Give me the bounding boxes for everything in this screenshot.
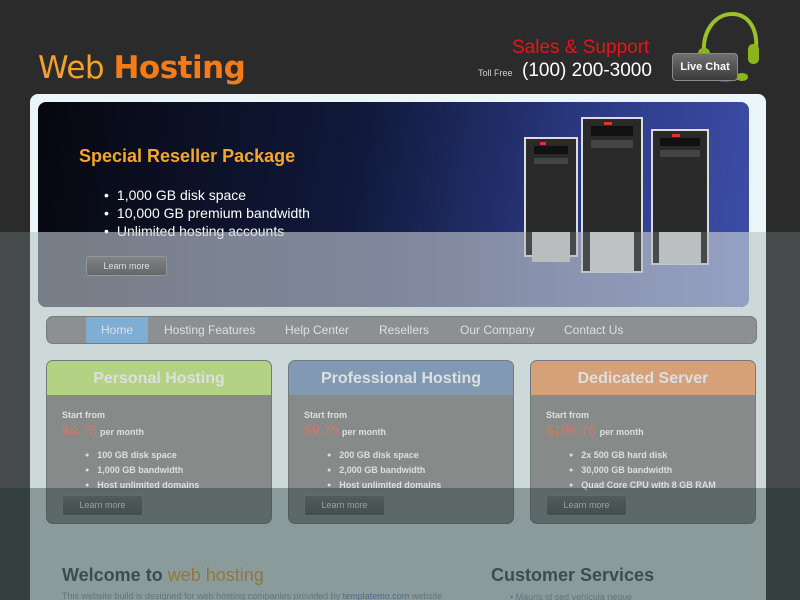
package-feature: Quad Core CPU with 8 GB RAM bbox=[569, 478, 716, 493]
welcome-text: This website build is designed for web h… bbox=[62, 591, 341, 600]
banner-learn-more-button[interactable]: Learn more bbox=[86, 256, 167, 276]
package-card-professional: Professional Hosting Start from $9.75 per… bbox=[288, 360, 514, 524]
package-price: $4.75 per month bbox=[62, 422, 144, 440]
site-logo[interactable]: Web Hosting bbox=[38, 50, 246, 86]
nav-item-help-center[interactable]: Help Center bbox=[285, 317, 349, 343]
welcome-heading-text: Welcome to bbox=[62, 565, 163, 585]
sales-support-label: Sales & Support bbox=[512, 37, 650, 58]
server-right bbox=[651, 129, 709, 265]
server-left bbox=[524, 137, 578, 262]
package-start-from: Start from bbox=[304, 410, 348, 420]
server-rack-illustration bbox=[524, 117, 709, 273]
welcome-text-end: website bbox=[411, 591, 443, 600]
main-navigation: Home Hosting Features Help Center Resell… bbox=[46, 316, 757, 344]
package-price-period: per month bbox=[100, 427, 145, 437]
package-card-personal: Personal Hosting Start from $4.75 per mon… bbox=[46, 360, 272, 524]
package-price-amount: $199.75 bbox=[546, 422, 597, 438]
logo-text-web: Web bbox=[38, 50, 105, 86]
package-title: Professional Hosting bbox=[289, 361, 513, 395]
package-title: Dedicated Server bbox=[531, 361, 755, 395]
banner-title: Special Reseller Package bbox=[79, 146, 296, 166]
package-price-period: per month bbox=[342, 427, 387, 437]
package-feature: 200 GB disk space bbox=[327, 448, 441, 463]
package-learn-more-button[interactable]: Learn more bbox=[546, 495, 627, 516]
package-feature: Host unlimited domains bbox=[85, 478, 199, 493]
package-start-from: Start from bbox=[62, 410, 106, 420]
package-learn-more-button[interactable]: Learn more bbox=[62, 495, 143, 516]
package-feature: 2,000 GB bandwidth bbox=[327, 463, 441, 478]
package-price-amount: $4.75 bbox=[62, 422, 98, 438]
package-title: Personal Hosting bbox=[47, 361, 271, 395]
nav-item-hosting-features[interactable]: Hosting Features bbox=[164, 317, 255, 343]
package-price: $199.75 per month bbox=[546, 422, 644, 440]
package-start-from: Start from bbox=[546, 410, 590, 420]
phone-number: (100) 200-3000 bbox=[522, 60, 652, 81]
customer-services-item[interactable]: • Mauris id sed vehicula neque bbox=[510, 592, 632, 600]
logo-text-hosting: Hosting bbox=[113, 50, 246, 86]
nav-item-home[interactable]: Home bbox=[86, 317, 149, 343]
package-feature: 1,000 GB bandwidth bbox=[85, 463, 199, 478]
customer-services-item-text: Mauris id sed vehicula neque bbox=[515, 592, 633, 600]
live-chat-button[interactable]: Live Chat bbox=[672, 53, 738, 81]
customer-services-heading: Customer Services bbox=[491, 565, 655, 585]
nav-item-our-company[interactable]: Our Company bbox=[460, 317, 535, 343]
banner-feature-list: 1,000 GB disk space 10,000 GB premium ba… bbox=[104, 186, 310, 240]
package-learn-more-button[interactable]: Learn more bbox=[304, 495, 385, 516]
toll-free-label: Toll Free bbox=[478, 68, 513, 78]
package-feature: 2x 500 GB hard disk bbox=[569, 448, 716, 463]
banner-feature-item: Unlimited hosting accounts bbox=[104, 222, 310, 240]
welcome-heading-highlight: web hosting bbox=[167, 565, 264, 585]
banner-feature-item: 1,000 GB disk space bbox=[104, 186, 310, 204]
package-price-amount: $9.75 bbox=[304, 422, 340, 438]
package-feature: 30,000 GB bandwidth bbox=[569, 463, 716, 478]
server-center bbox=[581, 117, 643, 273]
templatemo-link[interactable]: templatemo.com bbox=[343, 591, 410, 600]
package-feature: 100 GB disk space bbox=[85, 448, 199, 463]
nav-item-resellers[interactable]: Resellers bbox=[379, 317, 429, 343]
package-feature-list: 100 GB disk space 1,000 GB bandwidth Hos… bbox=[85, 448, 199, 493]
banner-feature-item: 10,000 GB premium bandwidth bbox=[104, 204, 310, 222]
package-price-period: per month bbox=[599, 427, 644, 437]
package-feature-list: 2x 500 GB hard disk 30,000 GB bandwidth … bbox=[569, 448, 716, 493]
welcome-heading: Welcome to web hosting bbox=[62, 565, 264, 586]
package-card-dedicated: Dedicated Server Start from $199.75 per m… bbox=[530, 360, 756, 524]
package-feature: Host unlimited domains bbox=[327, 478, 441, 493]
welcome-paragraph: This website build is designed for web h… bbox=[62, 591, 442, 600]
package-feature-list: 200 GB disk space 2,000 GB bandwidth Hos… bbox=[327, 448, 441, 493]
nav-item-contact-us[interactable]: Contact Us bbox=[564, 317, 623, 343]
package-price: $9.75 per month bbox=[304, 422, 386, 440]
